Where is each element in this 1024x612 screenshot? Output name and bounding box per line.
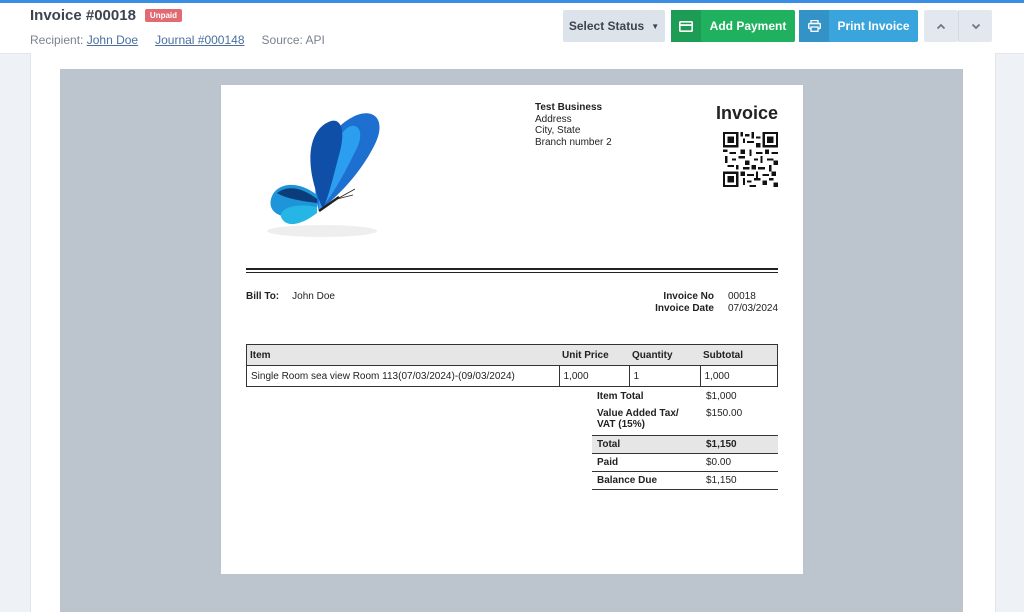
journal-link[interactable]: Journal #000148	[155, 33, 244, 47]
previous-invoice-button[interactable]	[924, 10, 958, 42]
credit-card-icon	[671, 10, 701, 42]
totals-value: $0.00	[701, 453, 778, 472]
recipient-link[interactable]: John Doe	[87, 33, 138, 47]
invoice-document: Test Business Address City, State Branch…	[221, 85, 803, 574]
chevron-down-icon	[971, 23, 980, 29]
recipient-label: Recipient:	[30, 33, 84, 47]
table-row: Single Room sea view Room 113(07/03/2024…	[246, 365, 778, 387]
totals-table: Item Total $1,000 Value Added Tax/ VAT (…	[592, 388, 778, 490]
chevron-up-icon	[936, 23, 946, 29]
totals-row-balance-due: Balance Due $1,150	[592, 471, 778, 490]
totals-label: Paid	[592, 453, 701, 472]
page-header: Invoice #00018 Unpaid Recipient: John Do…	[0, 3, 1024, 54]
totals-value: $1,150	[701, 471, 778, 490]
totals-label: Item Total	[597, 391, 644, 402]
totals-row-item-total: Item Total $1,000	[592, 388, 778, 405]
caret-down-icon: ▼	[651, 21, 660, 31]
status-badge: Unpaid	[144, 9, 183, 22]
totals-label: Total	[592, 435, 701, 454]
source-text: Source: API	[261, 33, 325, 47]
business-address: Address	[535, 113, 572, 125]
invoice-meta: Recipient: John Doe Journal #000148 Sour…	[30, 33, 342, 47]
business-name: Test Business	[535, 102, 603, 113]
item-description: Single Room sea view Room 113(07/03/2024…	[246, 365, 560, 387]
invoice-no-label: Invoice No	[663, 291, 714, 302]
item-subtotal: 1,000	[699, 365, 778, 387]
bill-to: Bill To: John Doe	[246, 291, 335, 302]
column-header-unit-price: Unit Price	[559, 344, 629, 366]
totals-label: Value Added Tax/ VAT (15%)	[597, 408, 679, 430]
select-status-button[interactable]: Select Status ▼	[563, 10, 665, 42]
invoice-meta-block: Invoice No 00018 Invoice Date 07/03/2024	[634, 291, 778, 314]
document-title: Invoice	[715, 103, 778, 123]
bill-to-label: Bill To:	[246, 291, 280, 302]
totals-row-total: Total $1,150	[592, 435, 778, 454]
invoice-date-label: Invoice Date	[655, 302, 714, 314]
totals-row-paid: Paid $0.00	[592, 453, 778, 472]
totals-row-vat: Value Added Tax/ VAT (15%) $150.00	[592, 405, 778, 436]
business-city: City, State	[535, 125, 581, 136]
invoice-no-value: 00018	[728, 291, 756, 302]
item-quantity: 1	[628, 365, 701, 387]
title-row: Invoice #00018 Unpaid	[30, 7, 183, 24]
print-invoice-label: Print Invoice	[837, 19, 910, 33]
item-unit-price: 1,000	[558, 365, 630, 387]
column-header-quantity: Quantity	[629, 344, 700, 366]
column-header-item: Item	[246, 344, 559, 366]
totals-label: Balance Due	[592, 471, 701, 490]
printer-icon	[799, 10, 829, 42]
recipient-field: Recipient: John Doe	[30, 33, 138, 47]
items-header-row: Item Unit Price Quantity Subtotal	[246, 344, 778, 366]
column-header-subtotal: Subtotal	[700, 344, 778, 366]
next-invoice-button[interactable]	[958, 10, 992, 42]
page-title: Invoice #00018	[30, 7, 136, 24]
business-info: Test Business Address City, State Branch…	[535, 102, 612, 148]
header-divider-thick	[246, 268, 778, 270]
totals-value: $1,150	[701, 435, 778, 454]
header-divider-thin	[246, 272, 778, 273]
totals-value: $150.00	[706, 408, 743, 419]
invoice-date-value: 07/03/2024	[728, 302, 779, 314]
add-payment-label: Add Payment	[709, 19, 787, 33]
butterfly-logo	[267, 113, 380, 237]
business-branch: Branch number 2	[535, 136, 612, 148]
print-invoice-button[interactable]: Print Invoice	[799, 10, 918, 42]
bill-to-name: John Doe	[292, 291, 335, 302]
select-status-label: Select Status	[568, 19, 645, 33]
add-payment-button[interactable]: Add Payment	[671, 10, 795, 42]
items-table: Item Unit Price Quantity Subtotal Single…	[246, 344, 778, 387]
totals-value: $1,000	[706, 391, 737, 402]
qr-code	[723, 132, 778, 187]
